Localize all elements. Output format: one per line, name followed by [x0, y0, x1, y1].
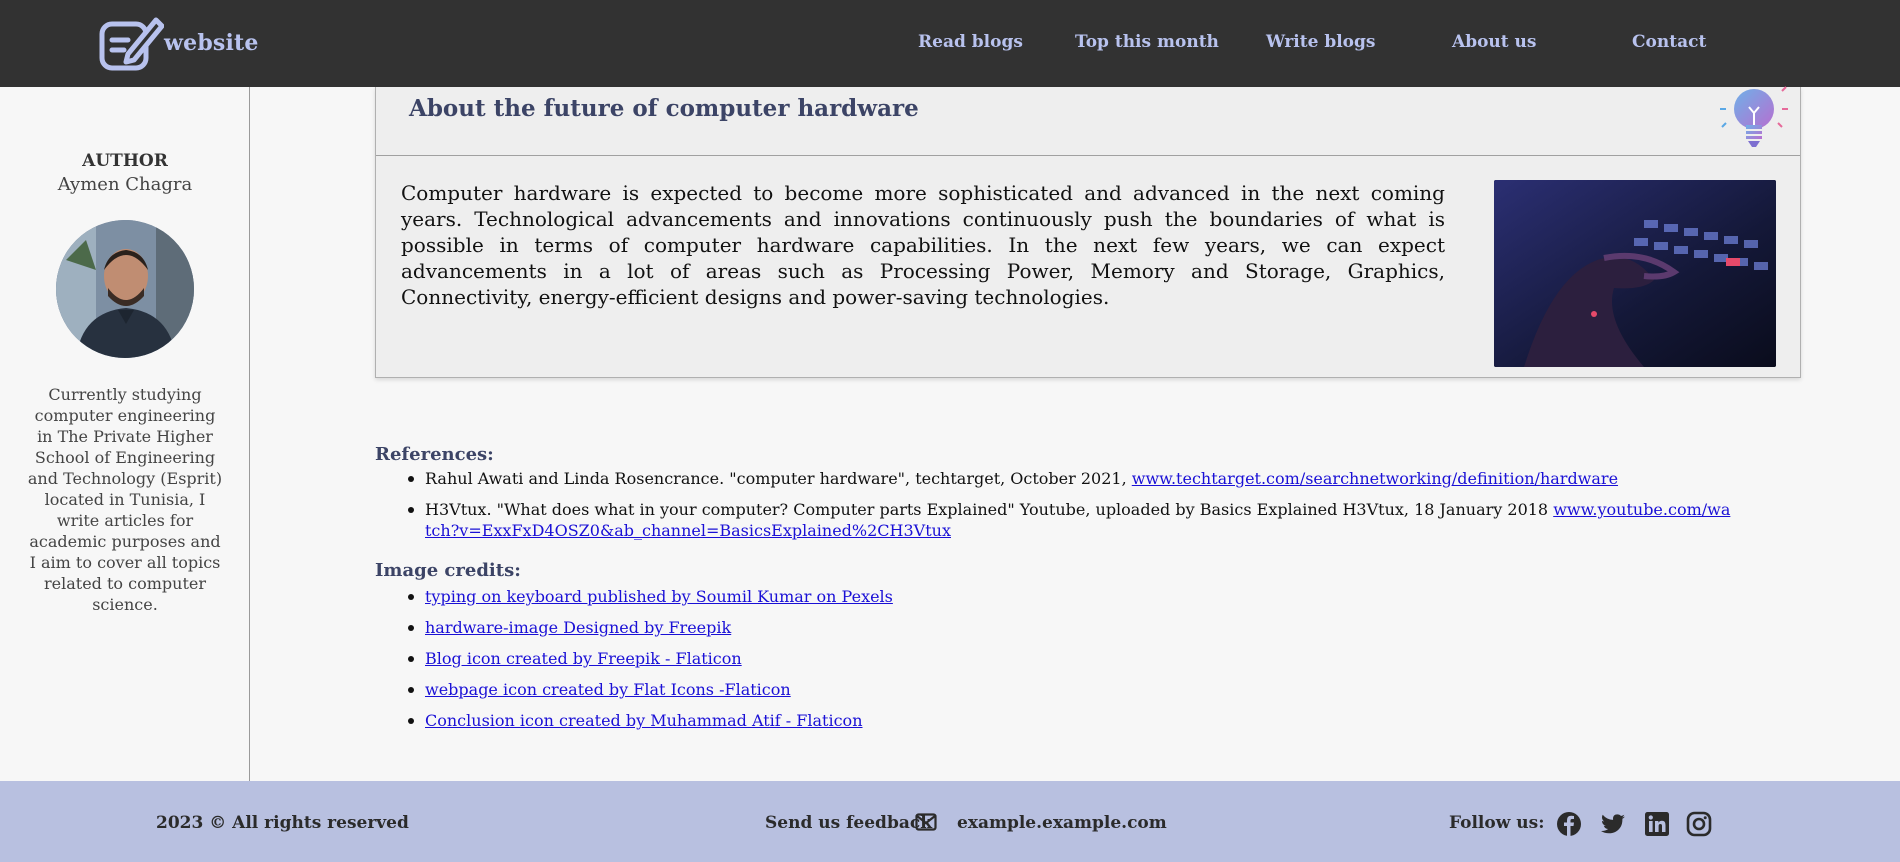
site-header: website Read blogs Top this month Write … — [0, 0, 1900, 87]
credit-link[interactable]: webpage icon created by Flat Icons -Flat… — [425, 680, 791, 699]
site-footer: 2023 © All rights reserved Send us feedb… — [0, 781, 1900, 862]
instagram-icon[interactable] — [1686, 811, 1712, 837]
twitter-icon[interactable] — [1600, 811, 1626, 837]
reference-text: H3Vtux. "What does what in your computer… — [425, 500, 1554, 519]
references-title: References: — [375, 444, 494, 465]
nav-read-blogs[interactable]: Read blogs — [918, 32, 1023, 52]
credit-link[interactable]: typing on keyboard published by Soumil K… — [425, 587, 893, 606]
feedback-label: Send us feedback — [765, 813, 932, 833]
nav-top-this-month[interactable]: Top this month — [1075, 32, 1219, 52]
contact-email[interactable]: example.example.com — [957, 813, 1167, 833]
article-header: About the future of computer hardware — [376, 86, 1800, 156]
keyboard-typing-image — [1494, 180, 1776, 367]
nav-write-blogs[interactable]: Write blogs — [1266, 32, 1375, 52]
author-name: Aymen Chagra — [57, 174, 193, 195]
credit-item: Conclusion icon created by Muhammad Atif… — [375, 710, 893, 731]
author-photo — [56, 220, 194, 358]
blog-edit-icon — [99, 17, 164, 71]
logo-text: website — [164, 30, 259, 56]
reference-item: Rahul Awati and Linda Rosencrance. "comp… — [375, 468, 1735, 489]
author-label: AUTHOR — [82, 151, 168, 171]
nav-contact[interactable]: Contact — [1632, 32, 1706, 52]
follow-us-label: Follow us: — [1449, 813, 1545, 833]
credit-link[interactable]: Blog icon created by Freepik - Flaticon — [425, 649, 742, 668]
article-title: About the future of computer hardware — [409, 95, 919, 122]
credit-item: webpage icon created by Flat Icons -Flat… — [375, 679, 893, 700]
image-credits-list: typing on keyboard published by Soumil K… — [375, 586, 893, 731]
credit-item: hardware-image Designed by Freepik — [375, 617, 893, 638]
reference-link[interactable]: www.techtarget.com/searchnetworking/defi… — [1132, 469, 1618, 488]
credit-link[interactable]: Conclusion icon created by Muhammad Atif… — [425, 711, 863, 730]
article-card: About the future of computer hardware Co… — [375, 86, 1801, 378]
image-credits-title: Image credits: — [375, 560, 521, 581]
linkedin-icon[interactable] — [1644, 811, 1670, 837]
references-list: Rahul Awati and Linda Rosencrance. "comp… — [375, 468, 1735, 541]
author-avatar — [56, 220, 194, 358]
copyright-text: 2023 © All rights reserved — [156, 813, 409, 833]
envelope-icon[interactable] — [915, 813, 937, 831]
article-body: Computer hardware is expected to become … — [401, 181, 1445, 309]
reference-text: Rahul Awati and Linda Rosencrance. "comp… — [425, 469, 1132, 488]
facebook-icon[interactable] — [1556, 811, 1582, 837]
author-sidebar: AUTHOR Aymen Chagra Currently studying c… — [0, 87, 250, 781]
nav-about-us[interactable]: About us — [1452, 32, 1536, 52]
lightbulb-icon — [1720, 86, 1788, 147]
credit-item: typing on keyboard published by Soumil K… — [375, 586, 893, 607]
credit-item: Blog icon created by Freepik - Flaticon — [375, 648, 893, 669]
reference-item: H3Vtux. "What does what in your computer… — [375, 499, 1735, 541]
site-logo[interactable]: website — [98, 14, 259, 72]
author-bio: Currently studying computer engineering … — [27, 385, 223, 614]
credit-link[interactable]: hardware-image Designed by Freepik — [425, 618, 731, 637]
